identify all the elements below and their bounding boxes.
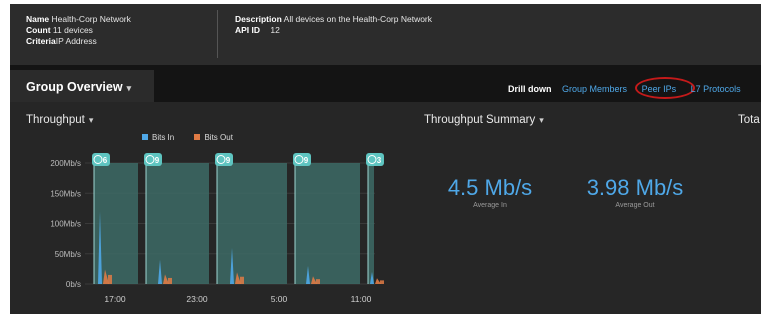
count-row: Count 11 devices [26, 25, 131, 36]
throughput-chart[interactable]: 6 9 9 9 3 200Mb/s 150Mb/s 100Mb/s 50Mb/s 0b/s 17… [10, 142, 390, 314]
app-frame: Name Health-Corp Network Count 11 device… [10, 4, 761, 314]
drill-down-nav: Drill down Group Members Peer IPs L7 Pro… [508, 77, 753, 99]
alert-marker: 9 [215, 153, 233, 166]
drill-down-label: Drill down [508, 84, 552, 94]
group-overview-label: Group Overview ▾ [26, 80, 131, 94]
info-divider [217, 10, 218, 58]
apiid-value: 12 [270, 25, 280, 35]
alert-count: 9 [304, 156, 309, 165]
bits-out-bar [168, 277, 172, 284]
chart-legend: Bits In Bits Out [142, 133, 251, 142]
group-info-left: Name Health-Corp Network Count 11 device… [26, 14, 131, 47]
description-value: All devices on the Health-Corp Network [283, 14, 433, 24]
legend-bits-in: Bits In [142, 133, 174, 142]
drill-link-l7-protocols[interactable]: L7 Protocols [691, 84, 741, 94]
legend-bits-in-label: Bits In [152, 133, 175, 142]
group-info-bar: Name Health-Corp Network Count 11 device… [10, 4, 761, 66]
bits-out-bar [240, 276, 244, 284]
name-value: Health-Corp Network [51, 14, 131, 24]
alert-count: 9 [155, 156, 160, 165]
name-row: Name Health-Corp Network [26, 14, 131, 25]
shaded-region [217, 163, 287, 284]
alert-count: 6 [103, 156, 108, 165]
name-label: Name [26, 14, 50, 24]
y-tick-label: 0b/s [66, 280, 81, 289]
throughput-summary-text: Throughput Summary [424, 114, 536, 126]
apiid-row: API ID 12 [235, 25, 432, 36]
apiid-label: API ID [235, 25, 261, 35]
description-label: Description [235, 14, 282, 24]
alert-marker: 3 [366, 153, 384, 166]
average-in-value: 4.5 Mb/s [447, 175, 533, 200]
y-tick-label: 100Mb/s [50, 220, 81, 229]
throughput-title[interactable]: Throughput ▾ [26, 114, 93, 126]
chart-y-axis: 200Mb/s 150Mb/s 100Mb/s 50Mb/s 0b/s [50, 159, 81, 289]
alert-count: 3 [377, 156, 382, 165]
legend-swatch-in [142, 134, 148, 140]
alert-badge [215, 153, 233, 166]
y-tick-label: 50Mb/s [55, 250, 81, 259]
x-tick-label: 11:00 [351, 294, 372, 304]
alert-badge [366, 153, 384, 166]
header-row: Group Overview ▾ Drill down Group Members… [10, 66, 761, 102]
bits-out-bar [316, 279, 320, 284]
alert-badge [92, 153, 110, 166]
y-tick-label: 200Mb/s [50, 159, 81, 168]
group-overview-tab[interactable]: Group Overview ▾ [10, 70, 154, 102]
x-tick-label: 5:00 [271, 294, 288, 304]
group-info-right: Description All devices on the Health-Co… [235, 14, 432, 36]
content-area: Throughput ▾ Bits In Bits Out 69993 200Mb… [10, 102, 761, 314]
description-row: Description All devices on the Health-Co… [235, 14, 432, 25]
bits-out-bar [108, 274, 112, 284]
caret-down-icon: ▾ [126, 83, 132, 93]
bits-out-bar [380, 280, 384, 284]
group-overview-text: Group Overview [26, 80, 123, 94]
x-tick-label: 17:00 [104, 294, 126, 304]
average-out-label: Average Out [615, 202, 655, 209]
average-in-label: Average In [473, 202, 507, 209]
shaded-region [146, 163, 209, 284]
chart-x-axis: 17:00 23:00 5:00 11:00 [104, 294, 371, 304]
legend-bits-out: Bits Out [194, 133, 233, 142]
shaded-region [295, 163, 360, 284]
criteria-row: CriteriaIP Address [26, 36, 131, 47]
criteria-value: IP Address [55, 36, 97, 46]
average-out-value: 3.98 Mb/s [586, 175, 684, 200]
total-title: Tota [738, 114, 760, 126]
shaded-region [368, 163, 374, 284]
average-out-metric: 3.98 Mb/s Average Out [580, 175, 690, 209]
chart-areas [93, 159, 374, 284]
count-label: Count [26, 25, 51, 35]
alert-count: 9 [226, 156, 231, 165]
y-tick-label: 150Mb/s [50, 189, 81, 198]
legend-swatch-out [194, 134, 201, 140]
caret-down-icon: ▾ [539, 115, 544, 125]
highlight-circle [634, 77, 695, 99]
drill-link-group-members[interactable]: Group Members [562, 84, 627, 94]
alert-badge [144, 153, 162, 166]
x-tick-label: 23:00 [186, 294, 208, 304]
alert-badge [293, 153, 311, 166]
throughput-title-text: Throughput [26, 114, 85, 126]
alert-marker: 9 [293, 153, 311, 166]
count-value: 11 devices [52, 25, 93, 35]
caret-down-icon: ▾ [88, 115, 94, 125]
criteria-label: Criteria [26, 36, 56, 46]
alert-marker: 6 [92, 153, 110, 166]
throughput-summary-title[interactable]: Throughput Summary ▾ [424, 114, 544, 126]
average-in-metric: 4.5 Mb/s Average In [440, 175, 540, 209]
drill-link-peer-ips[interactable]: Peer IPs [634, 77, 695, 99]
legend-bits-out-label: Bits Out [204, 133, 233, 142]
alert-marker: 9 [144, 153, 162, 166]
